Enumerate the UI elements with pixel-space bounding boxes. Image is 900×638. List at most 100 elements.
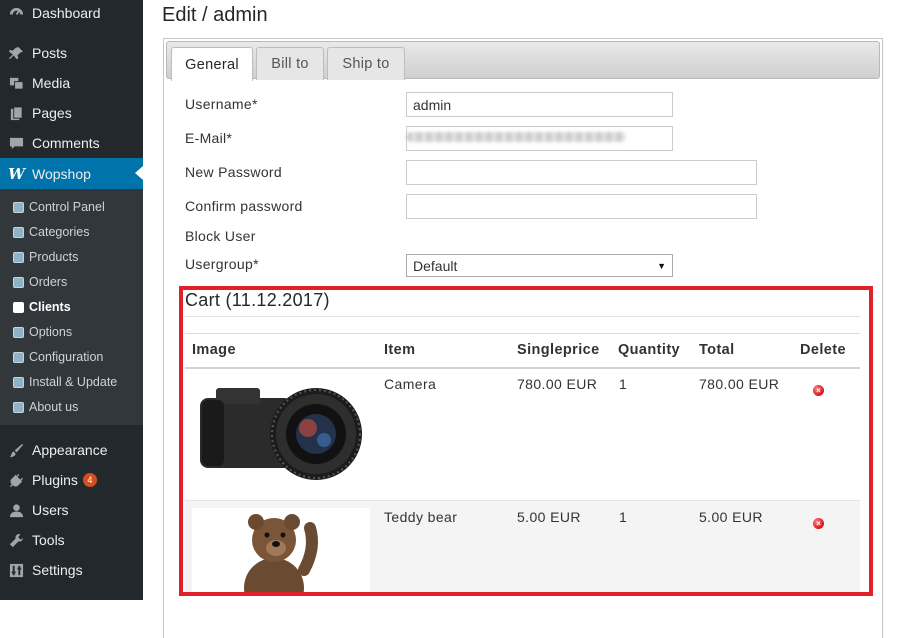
camera-image [196, 378, 364, 491]
confirm-password-input[interactable] [406, 194, 757, 219]
sidebar-item-comments[interactable]: Comments [0, 128, 143, 158]
control-panel-icon [13, 201, 24, 213]
submenu-item-label: Control Panel [29, 200, 105, 214]
plugin-icon [8, 472, 25, 489]
sidebar-item-settings[interactable]: Settings [0, 555, 143, 585]
wopshop-icon: W [8, 164, 25, 183]
clients-icon [13, 301, 24, 313]
sidebar-item-media[interactable]: Media [0, 68, 143, 98]
submenu-item-control-panel[interactable]: Control Panel [0, 195, 143, 219]
dropdown-arrow-icon: ▼ [657, 260, 666, 271]
settings-icon [8, 562, 25, 579]
tab-general[interactable]: General [171, 47, 253, 81]
sidebar-item-label: Users [32, 502, 69, 518]
column-header-image: Image [192, 342, 236, 358]
single-price: 5.00 EUR [517, 509, 581, 525]
email-label: E-Mail* [185, 130, 233, 146]
sidebar-item-label: Plugins [32, 472, 78, 488]
tab-bar: General Bill to Ship to [166, 41, 880, 81]
sidebar-item-plugins[interactable]: Plugins 4 [0, 465, 143, 495]
cart-title: Cart (11.12.2017) [185, 290, 330, 310]
sidebar-item-label: Settings [32, 562, 83, 578]
submenu-item-products[interactable]: Products [0, 245, 143, 269]
user-icon [8, 502, 25, 519]
sidebar-item-dashboard[interactable]: Dashboard [0, 0, 143, 28]
username-label: Username* [185, 96, 258, 112]
tab-bill-to[interactable]: Bill to [256, 47, 324, 80]
usergroup-select[interactable]: Default ▼ [406, 254, 673, 277]
delete-icon[interactable]: × [813, 518, 824, 529]
submenu-item-install-update[interactable]: Install & Update [0, 370, 143, 394]
submenu-item-clients[interactable]: Clients [0, 295, 143, 319]
block-user-label: Block User [185, 228, 256, 244]
admin-sidebar: Dashboard Posts Media Pages Comments W W… [0, 0, 143, 600]
submenu-item-about-us[interactable]: About us [0, 395, 143, 419]
total-price: 780.00 EUR [699, 376, 780, 392]
cart-title-divider [185, 316, 860, 317]
install-update-icon [13, 376, 24, 388]
dashboard-icon [8, 5, 25, 22]
total-price: 5.00 EUR [699, 509, 763, 525]
new-password-label: New Password [185, 164, 282, 180]
sidebar-item-tools[interactable]: Tools [0, 525, 143, 555]
username-input[interactable] [406, 92, 673, 117]
configuration-icon [13, 351, 24, 363]
submenu-item-label: Install & Update [29, 375, 118, 389]
column-header-delete: Delete [800, 342, 846, 358]
delete-icon[interactable]: × [813, 385, 824, 396]
sidebar-item-label: Comments [32, 135, 100, 151]
quantity: 1 [619, 509, 628, 525]
submenu-item-label: Clients [29, 300, 71, 314]
sidebar-item-label: Dashboard [32, 5, 101, 21]
pages-icon [8, 105, 25, 122]
submenu-item-options[interactable]: Options [0, 320, 143, 344]
categories-icon [13, 226, 24, 238]
single-price: 780.00 EUR [517, 376, 598, 392]
wrench-icon [8, 532, 25, 549]
column-header-total: Total [699, 342, 735, 358]
usergroup-label: Usergroup* [185, 256, 259, 272]
brush-icon [8, 442, 25, 459]
sidebar-item-label: Media [32, 75, 71, 91]
submenu-item-configuration[interactable]: Configuration [0, 345, 143, 369]
confirm-password-label: Confirm password [185, 198, 303, 214]
quantity: 1 [619, 376, 628, 392]
column-header-singleprice: Singleprice [517, 342, 600, 358]
sidebar-item-users[interactable]: Users [0, 495, 143, 525]
submenu-item-categories[interactable]: Categories [0, 220, 143, 244]
teddy-bear-image [192, 508, 370, 592]
wopshop-submenu: Control Panel Categories Products Orders… [0, 189, 143, 425]
orders-icon [13, 276, 24, 288]
submenu-item-label: Categories [29, 225, 90, 239]
options-icon [13, 326, 24, 338]
sidebar-item-label: Posts [32, 45, 68, 61]
media-icon [8, 75, 25, 92]
update-count-badge: 4 [82, 473, 97, 487]
pin-icon [8, 45, 25, 62]
column-header-item: Item [384, 342, 416, 358]
submenu-item-label: Orders [29, 275, 68, 289]
table-top-border [185, 333, 860, 334]
usergroup-selected-value: Default [413, 257, 458, 274]
sidebar-item-label: Tools [32, 532, 65, 548]
sidebar-item-wopshop[interactable]: W Wopshop [0, 158, 143, 189]
redacted-email [406, 132, 626, 142]
comment-icon [8, 135, 25, 152]
new-password-input[interactable] [406, 160, 757, 185]
sidebar-item-appearance[interactable]: Appearance [0, 435, 143, 465]
page-title: Edit / admin [162, 4, 268, 26]
sidebar-item-label: Appearance [32, 442, 108, 458]
sidebar-item-label: Pages [32, 105, 72, 121]
sidebar-item-label: Wopshop [32, 165, 91, 182]
column-header-quantity: Quantity [618, 342, 681, 358]
sidebar-item-posts[interactable]: Posts [0, 38, 143, 68]
info-icon [13, 401, 24, 413]
submenu-item-label: Options [29, 325, 73, 339]
products-icon [13, 251, 24, 263]
sidebar-item-pages[interactable]: Pages [0, 98, 143, 128]
item-name: Camera [384, 376, 437, 392]
submenu-item-label: About us [29, 400, 79, 414]
submenu-item-label: Products [29, 250, 79, 264]
submenu-item-orders[interactable]: Orders [0, 270, 143, 294]
tab-ship-to[interactable]: Ship to [327, 47, 405, 80]
